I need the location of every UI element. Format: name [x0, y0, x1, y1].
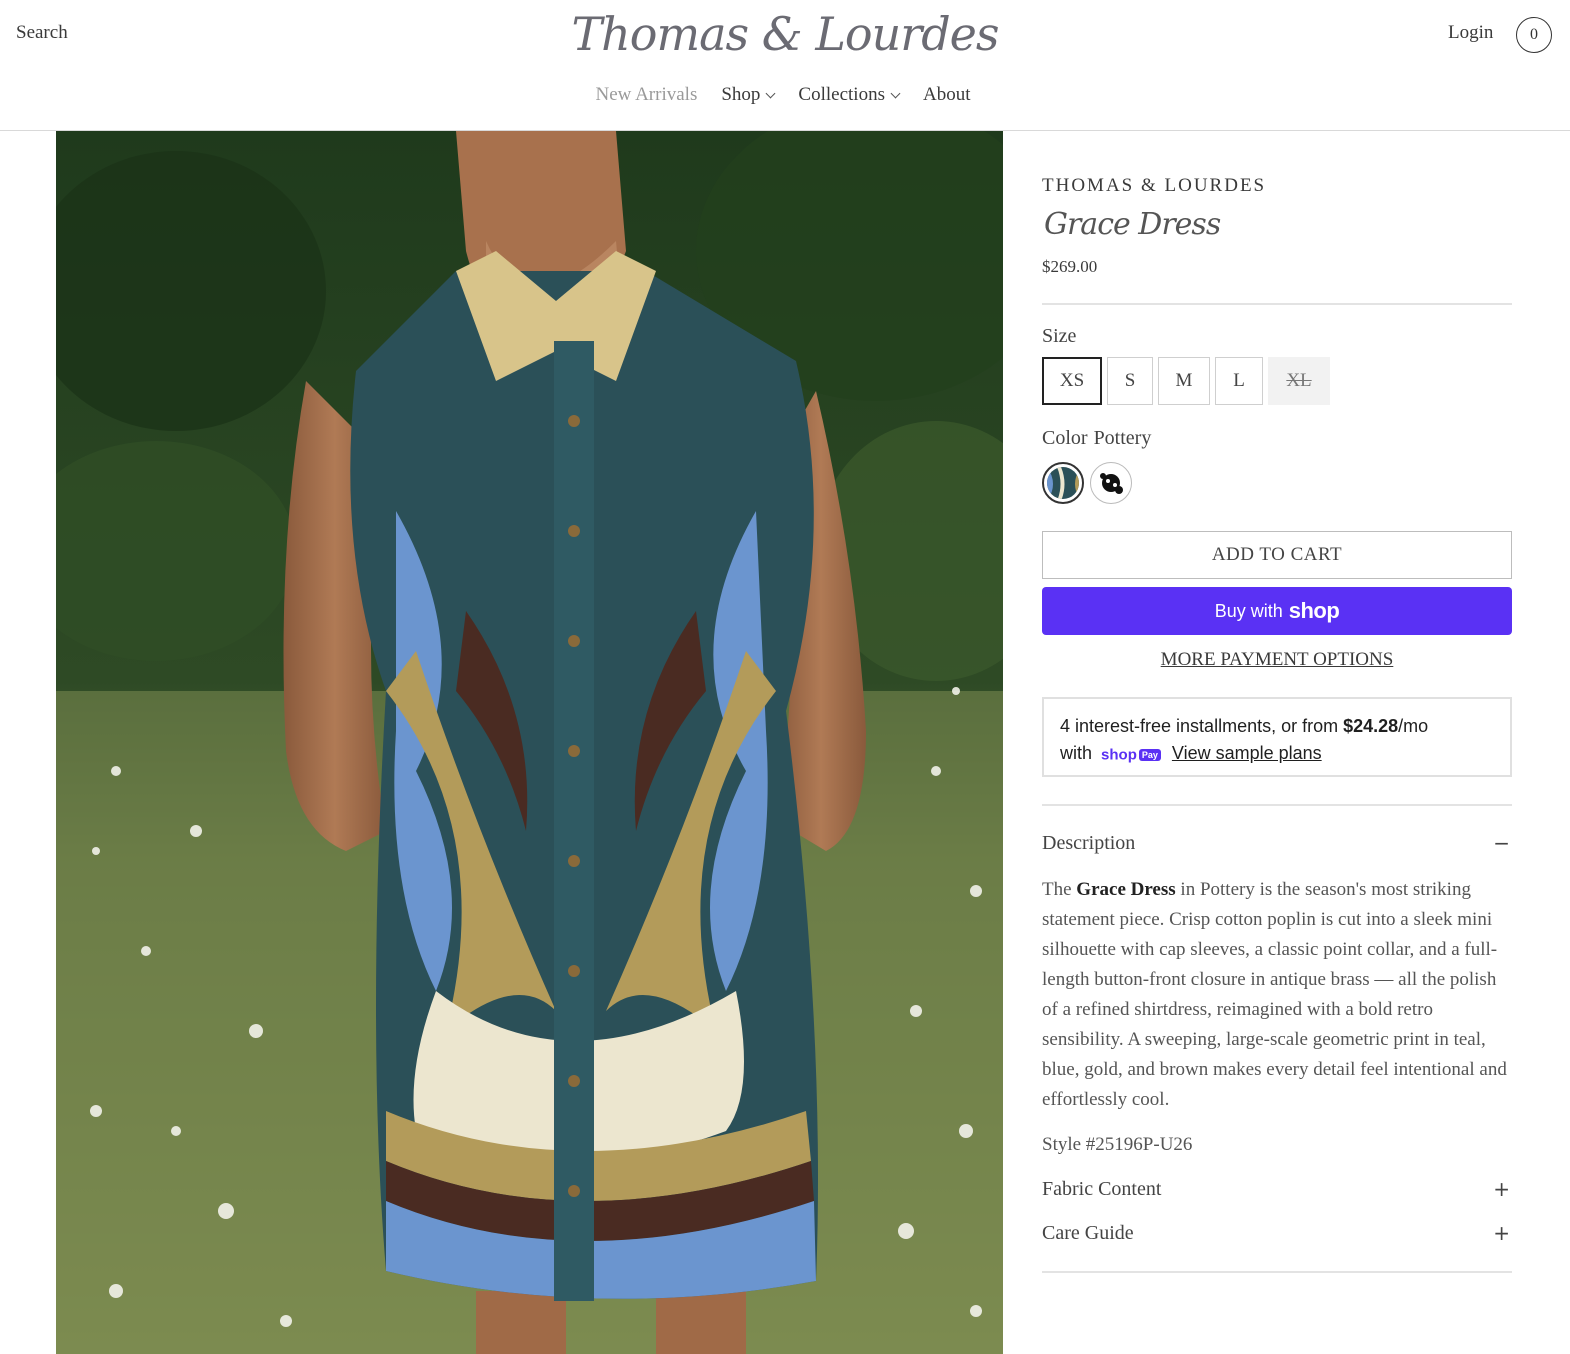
size-option-label: M — [1175, 370, 1193, 391]
installments-banner: 4 interest-free installments, or from $2… — [1042, 697, 1512, 777]
size-option-l[interactable]: L — [1215, 357, 1263, 405]
chevron-down-icon — [890, 88, 901, 98]
accordion-description[interactable]: Description − — [1042, 831, 1512, 855]
installments-with: with — [1060, 743, 1093, 763]
swatch-black-white[interactable] — [1090, 462, 1132, 504]
site-logo[interactable]: Thomas & Lourdes — [560, 0, 1010, 70]
size-option-label: XS — [1059, 370, 1085, 391]
nav-label: Collections — [798, 84, 885, 105]
installments-line1: 4 interest-free installments, or from $2… — [1060, 713, 1494, 740]
size-option-label: XL — [1286, 370, 1312, 391]
product-description: The Grace Dress in Pottery is the season… — [1042, 875, 1512, 1115]
view-sample-plans-link[interactable]: View sample plans — [1172, 743, 1322, 763]
nav-label: Shop — [721, 84, 761, 105]
description-text: in Pottery is the season's most striking… — [1042, 879, 1507, 1110]
color-label-text: Color — [1042, 427, 1088, 449]
logo-wordmark: Thomas & Lourdes — [572, 7, 1000, 61]
color-swatches — [1042, 462, 1132, 504]
plus-icon: + — [1493, 1177, 1510, 1201]
search-link[interactable]: Search — [16, 22, 68, 44]
accordion-title: Description — [1042, 831, 1136, 854]
accordion-title: Care Guide — [1042, 1221, 1134, 1244]
accordion-title: Fabric Content — [1042, 1177, 1162, 1200]
installments-line2: with shop Pay View sample plans — [1060, 740, 1494, 769]
size-option-xs[interactable]: XS — [1042, 357, 1102, 405]
divider — [1042, 1271, 1512, 1273]
product-brand[interactable]: THOMAS & LOURDES — [1042, 175, 1266, 197]
nav-shop[interactable]: Shop — [721, 84, 776, 106]
chevron-down-icon — [765, 88, 776, 98]
shop-pay-badge-icon: shop Pay — [1101, 741, 1161, 769]
add-to-cart-button[interactable]: ADD TO CART — [1042, 531, 1512, 579]
product-image[interactable] — [56, 131, 1003, 1354]
size-option-s[interactable]: S — [1107, 357, 1153, 405]
style-number: Style #25196P-U26 — [1042, 1134, 1193, 1155]
description-product-name: Grace Dress — [1076, 879, 1176, 900]
swatch-image — [1047, 467, 1079, 499]
nav-new-arrivals[interactable]: New Arrivals — [596, 84, 698, 106]
divider — [1042, 303, 1512, 305]
nav-label: New Arrivals — [595, 84, 698, 105]
nav-label: About — [922, 84, 971, 105]
swatch-pottery[interactable] — [1042, 462, 1084, 504]
product-price: $269.00 — [1042, 257, 1098, 276]
installments-text: 4 interest-free installments, or from — [1060, 716, 1344, 736]
minus-icon: − — [1493, 831, 1510, 855]
shop-pay-badge-pay: Pay — [1138, 748, 1161, 761]
description-text: The — [1042, 879, 1077, 900]
product-title: Grace Dress — [1044, 207, 1221, 242]
shop-pay-badge-text: shop — [1101, 746, 1137, 764]
buy-with-shop-pay-button[interactable]: Buy with shop — [1042, 587, 1512, 635]
size-option-label: S — [1124, 370, 1136, 391]
color-value: Pottery — [1093, 427, 1152, 449]
divider — [1042, 804, 1512, 806]
nav-about[interactable]: About — [923, 84, 971, 106]
main-nav: New Arrivals Shop Collections About — [0, 84, 1570, 106]
site-header: Search Thomas & Lourdes Login 0 New Arri… — [0, 0, 1570, 131]
logo-text: Thomas & Lourdes — [572, 7, 999, 61]
login-link[interactable]: Login — [1448, 22, 1493, 44]
accordion-fabric-content[interactable]: Fabric Content + — [1042, 1177, 1512, 1201]
color-label: Color Pottery — [1042, 427, 1151, 450]
buy-with-label: Buy with — [1214, 600, 1283, 621]
cart-button[interactable]: 0 — [1516, 17, 1552, 53]
size-label: Size — [1042, 325, 1077, 347]
cart-count: 0 — [1530, 26, 1538, 43]
product-photo — [56, 131, 1003, 1354]
size-option-xl[interactable]: XL — [1268, 357, 1330, 405]
size-option-m[interactable]: M — [1158, 357, 1210, 405]
accordion-care-guide[interactable]: Care Guide + — [1042, 1221, 1512, 1245]
size-selector: XS S M L XL — [1042, 357, 1330, 405]
more-payment-options-link[interactable]: MORE PAYMENT OPTIONS — [1042, 649, 1512, 671]
shop-logo-icon: shop — [1288, 598, 1340, 623]
installments-amount: $24.28 — [1343, 716, 1399, 736]
nav-collections[interactable]: Collections — [798, 84, 901, 106]
plus-icon: + — [1493, 1221, 1510, 1245]
size-option-label: L — [1233, 370, 1245, 391]
swatch-image — [1094, 466, 1128, 500]
installments-period: /mo — [1398, 716, 1429, 736]
